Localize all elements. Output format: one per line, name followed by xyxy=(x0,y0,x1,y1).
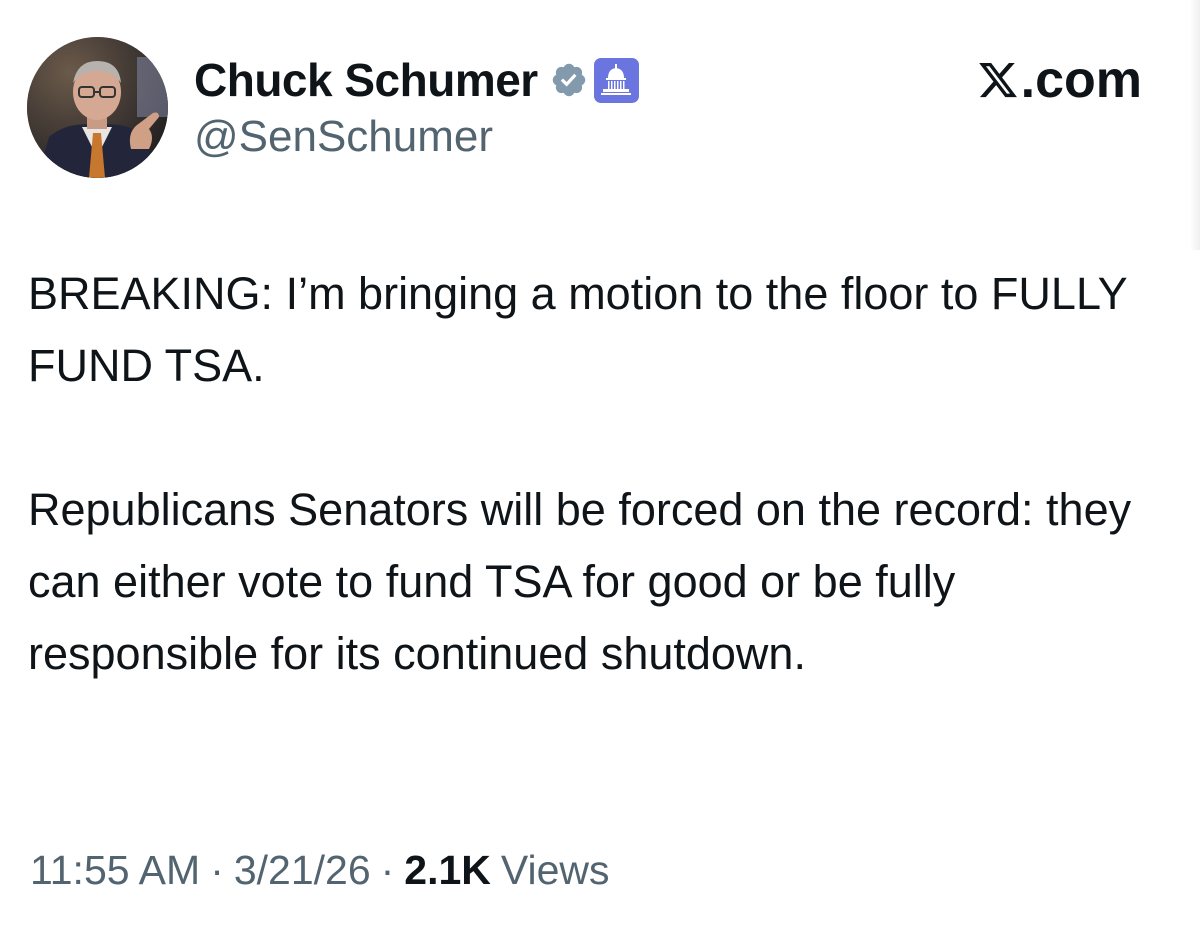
verified-badge-icon xyxy=(552,63,585,97)
author-handle[interactable]: @SenSchumer xyxy=(194,112,493,162)
x-logo-icon xyxy=(978,62,1017,98)
author-name-row: Chuck Schumer xyxy=(194,50,639,110)
site-domain-suffix: .com xyxy=(1020,51,1142,109)
views-label: Views xyxy=(500,846,610,893)
author-avatar[interactable] xyxy=(27,37,168,178)
tweet-date[interactable]: 3/21/26 xyxy=(234,847,371,894)
author-display-name[interactable]: Chuck Schumer xyxy=(194,53,538,107)
site-logo: .com xyxy=(977,50,1142,110)
edge-shadow xyxy=(1190,0,1200,250)
tweet-paragraph: BREAKING: I’m bringing a motion to the f… xyxy=(28,268,1127,391)
profile-photo xyxy=(27,37,168,178)
tweet-time[interactable]: 11:55 AM xyxy=(30,847,200,894)
tweet-metadata: 11:55 AM · 3/21/26 · 2.1K Views xyxy=(30,842,610,898)
meta-separator: · xyxy=(380,846,395,893)
views-count[interactable]: 2.1K xyxy=(404,847,491,894)
us-capitol-icon xyxy=(593,57,639,103)
tweet-paragraph: Republicans Senators will be forced on t… xyxy=(28,484,1132,679)
tweet-text: BREAKING: I’m bringing a motion to the f… xyxy=(28,258,1148,690)
meta-separator: · xyxy=(210,846,224,893)
